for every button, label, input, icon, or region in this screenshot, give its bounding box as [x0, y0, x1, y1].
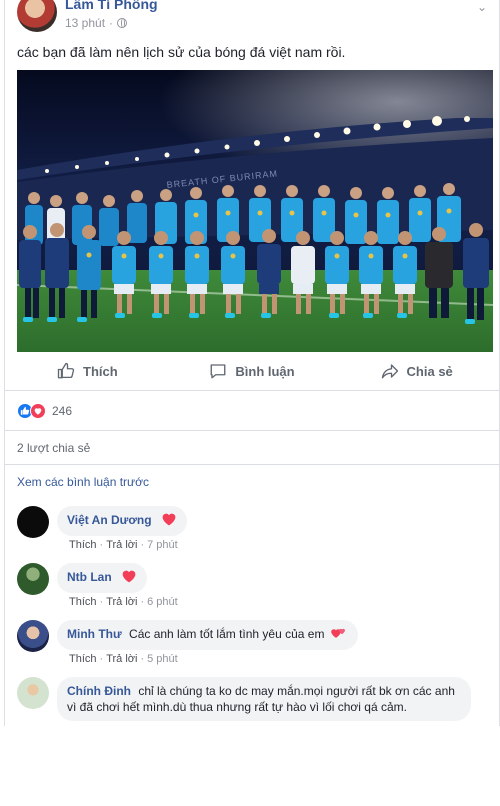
comment-actions: Thích · Trả lời · 5 phút	[69, 653, 178, 665]
thumbs-up-icon	[57, 362, 75, 379]
commenter-name[interactable]: Việt An Dương	[67, 513, 152, 527]
team-photo-illustration: BREATH OF BURIRAM	[17, 70, 493, 352]
heart-icon	[330, 626, 348, 644]
comment-actions: Thích · Trả lời · 7 phút	[69, 539, 178, 551]
commenter-avatar[interactable]	[17, 506, 49, 538]
commenter-avatar[interactable]	[17, 620, 49, 652]
divider	[5, 390, 499, 391]
commenter-name[interactable]: Minh Thư	[67, 627, 122, 641]
comment-time[interactable]: 5 phút	[147, 653, 178, 665]
post-text: các bạn đã làm nên lịch sử của bóng đá v…	[17, 44, 346, 60]
comment-icon	[210, 364, 226, 379]
comment-reply-link[interactable]: Trả lời	[106, 653, 137, 665]
divider	[5, 464, 499, 465]
comment-time[interactable]: 6 phút	[147, 596, 178, 608]
comment-bubble: Việt An Dương	[57, 506, 187, 536]
share-button-label: Chia sẻ	[406, 363, 453, 379]
share-icon	[381, 364, 398, 379]
author-avatar[interactable]	[17, 0, 57, 32]
comment-bubble: Chính Đinh chỉ là chúng ta ko dc may mắn…	[57, 677, 471, 721]
comment-reply-link[interactable]: Trả lời	[106, 596, 137, 608]
share-button[interactable]: Chia sẻ	[334, 356, 499, 386]
post-time[interactable]: 13 phút	[65, 16, 105, 30]
chevron-down-icon[interactable]: ⌄	[477, 0, 487, 14]
post-header: Lâm Tí Phông 13 phút · ⌄	[17, 0, 487, 34]
post-meta: 13 phút ·	[65, 16, 128, 30]
like-button-label: Thích	[83, 363, 118, 379]
comment-reply-link[interactable]: Trả lời	[106, 539, 137, 551]
comment-bubble: Minh Thư Các anh làm tốt lắm tình yêu củ…	[57, 620, 358, 650]
post-photo[interactable]: BREATH OF BURIRAM	[17, 70, 493, 352]
view-previous-comments-link[interactable]: Xem các bình luận trước	[17, 475, 149, 489]
post-card: Lâm Tí Phông 13 phút · ⌄ các bạn đã làm …	[4, 0, 500, 726]
reactions-summary[interactable]: 246	[17, 402, 72, 420]
comment-time[interactable]: 7 phút	[147, 539, 178, 551]
comment-button[interactable]: Bình luận	[170, 356, 335, 386]
comment-like-link[interactable]: Thích	[69, 539, 97, 551]
commenter-name[interactable]: Ntb Lan	[67, 570, 112, 584]
post-actions-bar: Thích Bình luận Chia sẻ	[5, 356, 499, 386]
author-name[interactable]: Lâm Tí Phông	[65, 0, 158, 12]
commenter-name[interactable]: Chính Đinh	[67, 684, 131, 698]
globe-icon	[117, 18, 128, 28]
comment-actions: Thích · Trả lời · 6 phút	[69, 596, 178, 608]
like-button[interactable]: Thích	[5, 356, 170, 386]
comment-like-link[interactable]: Thích	[69, 596, 97, 608]
heart-icon	[161, 512, 177, 530]
heart-icon	[121, 569, 137, 587]
love-icon	[30, 403, 46, 419]
reaction-count: 246	[52, 404, 73, 418]
comment-button-label: Bình luận	[235, 363, 295, 379]
commenter-avatar[interactable]	[17, 677, 49, 709]
divider	[5, 430, 499, 431]
comment-text: Các anh làm tốt lắm tình yêu của em	[129, 627, 325, 642]
commenter-avatar[interactable]	[17, 563, 49, 595]
comment-like-link[interactable]: Thích	[69, 653, 97, 665]
comment-bubble: Ntb Lan	[57, 563, 148, 593]
share-count[interactable]: 2 lượt chia sẻ	[17, 441, 90, 455]
